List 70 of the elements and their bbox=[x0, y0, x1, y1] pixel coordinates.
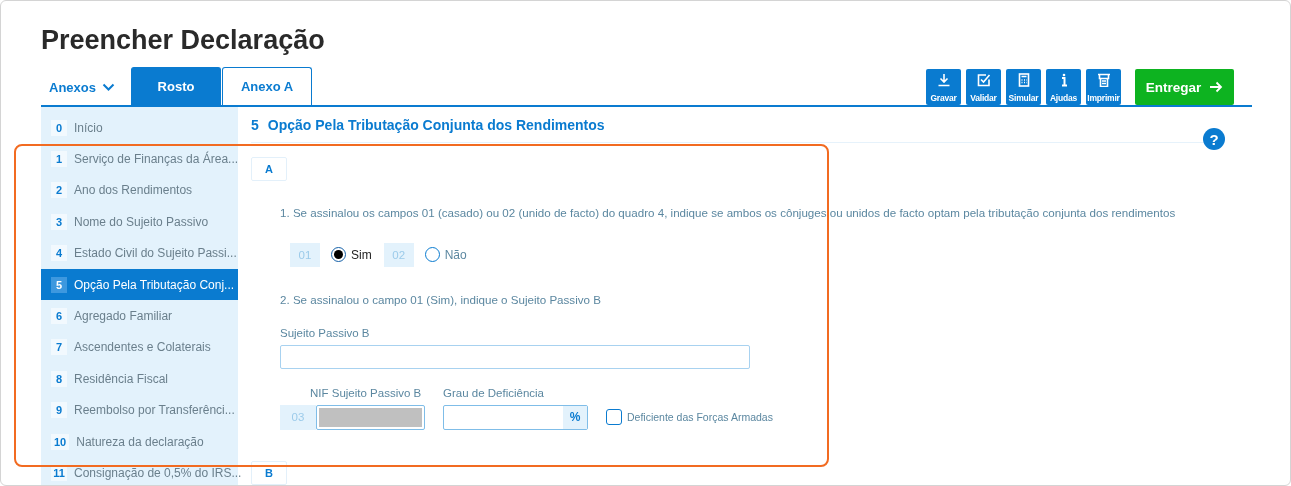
item-label: Reembolso por Transferênci... bbox=[74, 403, 235, 418]
radio-label: Não bbox=[444, 247, 467, 262]
page-title: Preencher Declaração bbox=[41, 24, 326, 57]
question-text: 1. Se assinalou os campos 01 (casado) ou 02 (unido de facto) do quadro 4, indique se ambos os cônjuges ou unidos de facto optam pela tributação conjunta dos rendimentos bbox=[280, 205, 1177, 219]
question-text: 2. Se assinalou o campo 01 (Sim), indique o Sujeito Passivo B bbox=[280, 292, 602, 306]
tab[interactable]: Rosto bbox=[131, 67, 221, 105]
checkbox-icon bbox=[976, 73, 991, 87]
annexes-menu[interactable]: Anexos bbox=[41, 69, 131, 105]
item-number: 5 bbox=[51, 276, 67, 293]
sidebar-item[interactable]: 5 Opção Pela Tributação Conj... bbox=[41, 268, 238, 301]
item-label: Consignação de 0,5% do IRS... bbox=[74, 466, 242, 480]
sidebar-item[interactable]: 3 Nome do Sujeito Passivo bbox=[41, 206, 238, 238]
download-icon bbox=[936, 73, 951, 87]
sidebar-item[interactable]: 1 Serviço de Finanças da Área... bbox=[41, 143, 238, 175]
arrow-right-icon bbox=[1209, 81, 1224, 93]
item-label: Residência Fiscal bbox=[74, 371, 169, 386]
item-label: Natureza da declaração bbox=[76, 434, 204, 449]
name-input-field[interactable] bbox=[280, 344, 750, 369]
item-number: 7 bbox=[51, 339, 67, 356]
item-number: 8 bbox=[51, 370, 67, 387]
field-label: NIF Sujeito Passivo B bbox=[309, 386, 423, 399]
toolbar-button[interactable]: Imprimir bbox=[1086, 69, 1121, 105]
checkbox-label: Deficiente das Forças Armadas bbox=[627, 411, 773, 424]
item-number: 0 bbox=[51, 119, 67, 136]
unit-label: % bbox=[563, 405, 587, 429]
printer-icon bbox=[1096, 73, 1111, 87]
sidebar-item[interactable]: 9 Reembolso por Transferênci... bbox=[41, 394, 238, 426]
calculator-icon bbox=[1016, 73, 1031, 87]
item-label: Agregado Familiar bbox=[74, 309, 173, 324]
radio-label: Sim bbox=[351, 247, 372, 262]
field-code: 01 bbox=[290, 242, 320, 267]
item-number: 9 bbox=[51, 402, 67, 419]
sidebar-item[interactable]: 6 Agregado Familiar bbox=[41, 300, 238, 332]
sidebar-item[interactable]: 2 Ano dos Rendimentos bbox=[41, 174, 238, 207]
toolbar-button[interactable]: Validar bbox=[966, 69, 1001, 105]
item-number: 4 bbox=[51, 245, 67, 262]
sidebar-item[interactable]: 10 Natureza da declaração bbox=[41, 425, 238, 458]
section-title: Opção Pela Tributação Conjunta dos Rendimentos bbox=[267, 116, 605, 133]
help-button[interactable]: ? bbox=[1203, 128, 1225, 151]
toolbar-button[interactable]: Ajudas bbox=[1046, 69, 1081, 105]
section-tab[interactable]: B bbox=[251, 461, 287, 485]
percentage-input-field[interactable]: % bbox=[443, 404, 588, 430]
item-number: 10 bbox=[51, 433, 70, 450]
sidebar-item[interactable]: 7 Ascendentes e Colaterais bbox=[41, 331, 238, 364]
sidebar-item[interactable]: 4 Estado Civil do Sujeito Passi... bbox=[41, 237, 238, 269]
chevron-down-icon bbox=[101, 82, 115, 92]
item-label: Estado Civil do Sujeito Passi... bbox=[74, 246, 237, 261]
sidebar-item[interactable]: 0 Início bbox=[41, 112, 238, 144]
field-code: 03 bbox=[280, 404, 316, 430]
item-number: 3 bbox=[51, 213, 67, 230]
item-label: Início bbox=[74, 120, 103, 135]
tab[interactable]: Anexo A bbox=[222, 67, 312, 105]
section-tab[interactable]: A bbox=[251, 157, 287, 181]
toolbar-button[interactable]: Gravar bbox=[926, 69, 961, 105]
item-number: 2 bbox=[51, 182, 67, 199]
item-label: Ascendentes e Colaterais bbox=[74, 340, 211, 355]
field-label: Sujeito Passivo B bbox=[280, 326, 371, 339]
item-label: Serviço de Finanças da Área... bbox=[74, 152, 239, 167]
item-number: 1 bbox=[51, 151, 67, 168]
field-label: Grau de Deficiência bbox=[443, 386, 545, 399]
sidebar-item[interactable]: 8 Residência Fiscal bbox=[41, 363, 238, 395]
item-label: Ano dos Rendimentos bbox=[74, 183, 193, 198]
section-number: 5 bbox=[251, 116, 259, 133]
item-number: 6 bbox=[51, 308, 67, 325]
item-label: Opção Pela Tributação Conj... bbox=[74, 277, 235, 292]
submit-button[interactable]: Entregar bbox=[1135, 69, 1234, 105]
toolbar-button[interactable]: Simular bbox=[1006, 69, 1041, 105]
item-label: Nome do Sujeito Passivo bbox=[74, 214, 209, 229]
field-code: 02 bbox=[383, 242, 414, 267]
checkbox[interactable] bbox=[606, 409, 622, 426]
